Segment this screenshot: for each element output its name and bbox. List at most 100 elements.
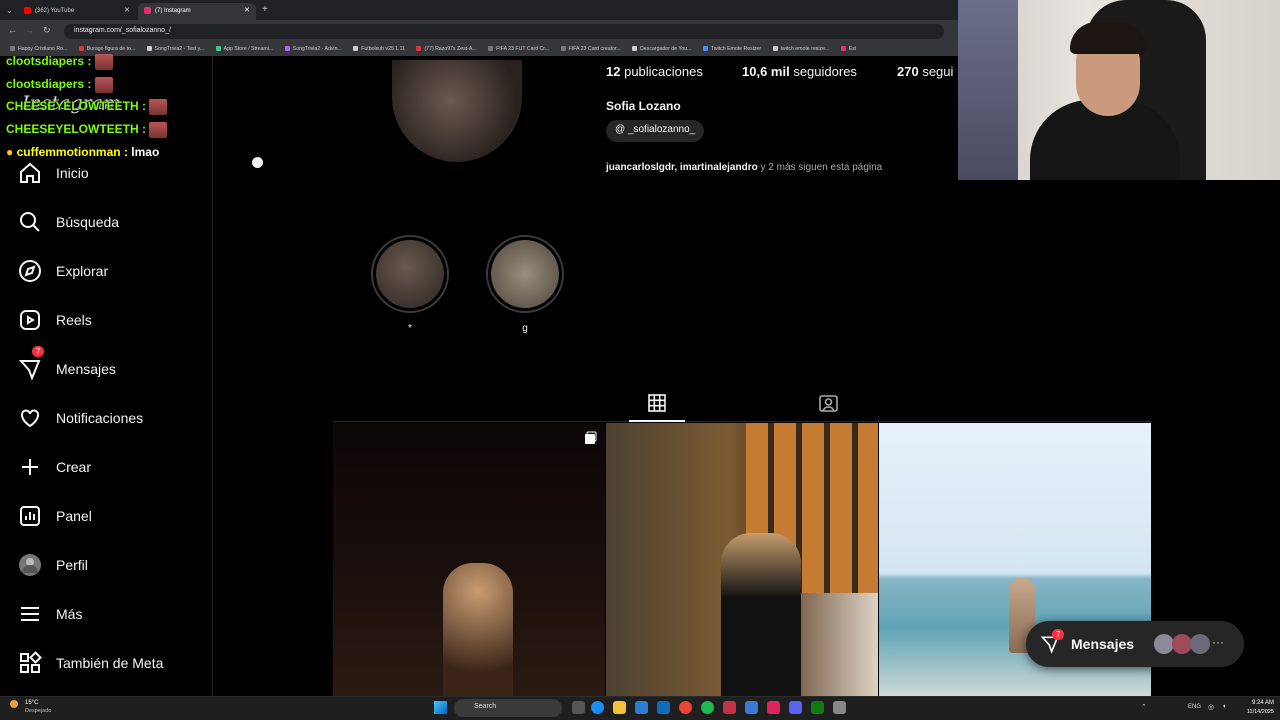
clock-time[interactable]: 9:24 AM [1238, 700, 1274, 706]
plus-icon [22, 459, 38, 475]
emote-icon [94, 77, 113, 93]
forward-icon[interactable]: → [25, 25, 34, 35]
sidebar-item-panel[interactable]: Panel [18, 496, 208, 536]
bookmark-item[interactable]: Burago figura de to... [78, 46, 135, 52]
badge-icon: ● [6, 145, 14, 159]
sidebar-item-reels[interactable]: Reels [18, 300, 208, 340]
story-highlight[interactable] [486, 235, 564, 313]
edge-icon[interactable] [591, 701, 604, 714]
emote-icon [149, 99, 168, 115]
sidebar-item-mas[interactable]: Más [18, 594, 208, 634]
home-icon [20, 162, 40, 183]
bookmark-item[interactable]: Descargador de You... [632, 46, 691, 52]
tray-overflow-icon[interactable]: ⌃ [1141, 703, 1147, 711]
posts-count: 12 publicaciones [606, 64, 703, 79]
spotify-icon[interactable] [701, 701, 714, 714]
sidebar-item-label: Explorar [56, 263, 109, 279]
bookmarks-bar: Happy Cristiano Ro... Burago figura de t… [0, 42, 958, 56]
webcam-overlay [958, 0, 1280, 180]
chrome-icon[interactable] [679, 701, 692, 714]
avatar [1190, 634, 1210, 654]
app-icon[interactable] [723, 701, 736, 714]
clock-date[interactable]: 11/14/2025 [1232, 709, 1274, 715]
bookmark-item[interactable]: SongTrivia2 - Test y... [146, 46, 204, 52]
menu-icon [21, 607, 39, 621]
sidebar-item-crear[interactable]: Crear [18, 447, 208, 487]
close-tab-icon[interactable]: ✕ [124, 6, 130, 14]
tab-youtube[interactable]: (362) YouTube ✕ [18, 3, 136, 20]
sidebar-item-label: Reels [56, 312, 92, 328]
bookmark-item[interactable]: App Store / Streami... [215, 46, 273, 52]
chat-message: ● cuffemmotionman : lmao [6, 145, 160, 159]
file-explorer-icon[interactable] [613, 701, 626, 714]
sidebar-item-tambien-de-meta[interactable]: También de Meta [18, 643, 208, 683]
weather-temp[interactable]: 15°C [25, 700, 38, 706]
windows-start-icon[interactable] [434, 701, 447, 714]
profile-tabs-divider [333, 421, 1151, 422]
bookmark-item[interactable]: (77) Razo97s Zest-A... [416, 46, 477, 52]
bookmark-item[interactable]: Est [840, 46, 856, 52]
bookmark-item[interactable]: FIFA 23 Card creator... [560, 46, 621, 52]
profile-avatar[interactable] [392, 60, 522, 162]
store-icon[interactable] [635, 701, 648, 714]
threads-badge[interactable]: @ _sofialozanno_ [606, 120, 705, 142]
language-indicator[interactable]: ENG [1188, 704, 1201, 710]
compass-icon [19, 260, 41, 282]
network-icon[interactable]: ◎ [1208, 703, 1214, 711]
tagged-icon[interactable] [819, 394, 838, 413]
app-icon[interactable] [745, 701, 758, 714]
sidebar-item-busqueda[interactable]: Búsqueda [18, 202, 208, 242]
sidebar-item-notificaciones[interactable]: Notificaciones [18, 398, 208, 438]
chat-message: clootsdiapers : [6, 77, 113, 93]
multiple-photos-icon [585, 431, 597, 444]
followers-count[interactable]: 10,6 mil seguidores [742, 64, 857, 79]
bookmark-item[interactable]: Twitch Emote Resizer [702, 46, 761, 52]
reload-icon[interactable]: ↻ [43, 25, 51, 36]
emote-icon [149, 122, 168, 138]
dashboard-icon [20, 506, 40, 526]
followed-by-text[interactable]: juancarloslgdr, imartinalejandro y 2 más… [606, 162, 882, 173]
post-thumbnail[interactable] [333, 423, 605, 696]
address-bar[interactable]: instagram.com/_sofialozanno_/ [64, 24, 944, 39]
bookmark-item[interactable]: twitch emote resize... [772, 46, 829, 52]
xbox-icon[interactable] [811, 701, 824, 714]
chat-message: clootsdiapers : [6, 54, 113, 70]
weather-desc: Despejado [25, 708, 52, 714]
unread-badge: 7 [32, 346, 45, 357]
sidebar-item-explorar[interactable]: Explorar [18, 251, 208, 291]
task-view-icon[interactable] [572, 701, 585, 714]
app-icon[interactable] [833, 701, 846, 714]
mail-icon[interactable] [657, 701, 670, 714]
post-thumbnail[interactable] [606, 423, 878, 696]
music-icon[interactable] [767, 701, 780, 714]
taskbar-search[interactable]: Search [454, 699, 562, 717]
bookmark-item[interactable]: Happy Cristiano Ro... [10, 46, 67, 52]
bookmark-item[interactable]: FIFA 23 FUT Card Cr... [488, 46, 549, 52]
more-icon: ··· [1212, 635, 1224, 649]
emote-icon [94, 54, 113, 70]
more-options-icon[interactable] [252, 157, 263, 168]
chat-message: CHEESEYELOWTEETH : [6, 122, 168, 138]
volume-icon[interactable]: ◖ [1222, 703, 1226, 710]
tab-list-chevron-icon[interactable]: ⌄ [6, 6, 13, 15]
close-tab-icon[interactable]: ✕ [244, 6, 250, 14]
bookmark-item[interactable]: Futbolsub v25.1.11 [353, 46, 405, 52]
bookmark-item[interactable]: SongTrivia2 - Advin... [284, 46, 342, 52]
messages-floating-button[interactable]: 7 Mensajes ··· [1026, 621, 1244, 667]
new-tab-button[interactable]: + [262, 4, 268, 15]
story-highlight[interactable] [371, 235, 449, 313]
highlight-label: * [408, 323, 412, 334]
reels-icon [20, 310, 40, 330]
youtube-icon [24, 7, 31, 14]
discord-icon[interactable] [789, 701, 802, 714]
grid-icon[interactable] [648, 394, 666, 412]
sidebar-item-mensajes[interactable]: 7 Mensajes [18, 346, 208, 389]
back-icon[interactable]: ← [8, 25, 17, 35]
heart-icon [21, 409, 39, 428]
following-count[interactable]: 270 segui [897, 64, 958, 79]
sidebar-item-perfil[interactable]: Perfil [18, 545, 208, 585]
sidebar-item-label: Inicio [56, 165, 89, 181]
tab-instagram[interactable]: (7) Instagram ✕ [138, 3, 256, 20]
avatar [1154, 634, 1174, 654]
sidebar-item-inicio[interactable]: Inicio [18, 153, 208, 193]
